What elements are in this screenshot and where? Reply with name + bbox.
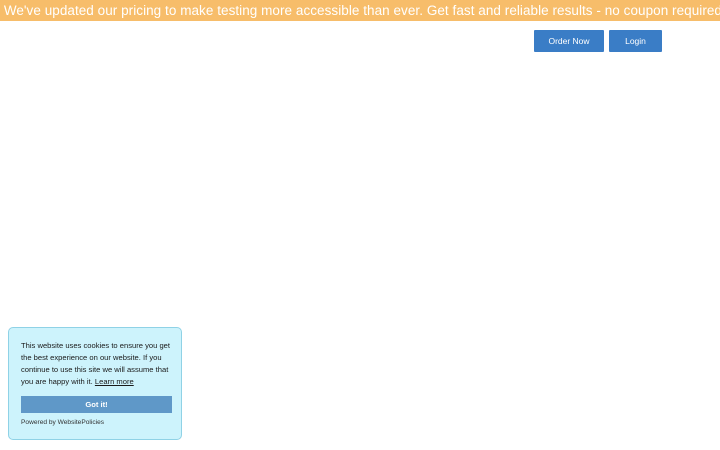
order-now-button[interactable]: Order Now (534, 30, 604, 52)
cookie-message: This website uses cookies to ensure you … (21, 340, 173, 388)
learn-more-link[interactable]: Learn more (95, 377, 134, 386)
cookie-consent-popup: This website uses cookies to ensure you … (8, 327, 182, 440)
cookie-accept-button[interactable]: Got it! (21, 396, 172, 413)
powered-by-label: Powered by WebsitePolicies (21, 419, 105, 426)
promo-banner: ummer pricing is here! We've updated our… (0, 0, 720, 21)
login-button[interactable]: Login (609, 30, 662, 52)
promo-banner-text: ummer pricing is here! We've updated our… (0, 3, 720, 18)
